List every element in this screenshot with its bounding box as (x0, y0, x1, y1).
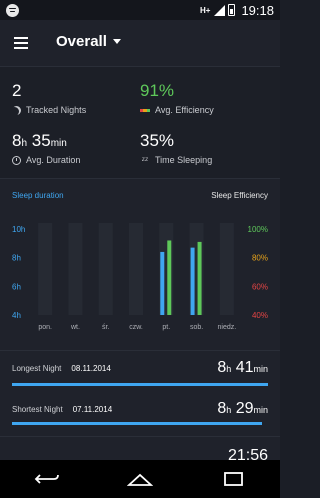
efficiency-bar (197, 241, 202, 315)
left-tick-label: 8h (12, 254, 21, 263)
efficiency-icon (140, 108, 150, 112)
avg-efficiency-stat: 91% Avg. Efficiency (140, 81, 214, 115)
partial-row-value: 21:56 (227, 447, 268, 460)
app-root: H+ 19:18 Overall 2 Tracked Nights 91% Av… (0, 0, 280, 498)
tracked-nights-stat: 2 Tracked Nights (12, 81, 86, 115)
network-type: H+ (200, 5, 211, 15)
avg-duration-value: 8h 35min (12, 131, 67, 150)
day-column-bg (68, 223, 83, 315)
day-label: śr. (102, 324, 109, 331)
left-tick-label: 4h (12, 311, 21, 320)
left-tick-label: 6h (12, 282, 21, 291)
zzz-icon: ᶻᶻ (141, 155, 149, 165)
day-label: wt. (70, 324, 80, 331)
period-selector[interactable]: Overall (56, 33, 121, 50)
day-label: niedz. (218, 324, 237, 331)
avg-duration-stat: 8h 35min Avg. Duration (12, 131, 80, 165)
day-label: pt. (162, 324, 170, 331)
partial-row: 21:56 (0, 436, 280, 460)
day-column-bg (129, 223, 143, 315)
spotify-icon (6, 3, 19, 17)
avg-efficiency-value: 91% (140, 81, 175, 100)
duration-bar (160, 251, 165, 315)
chevron-down-icon (112, 39, 121, 44)
recents-icon[interactable] (220, 471, 246, 487)
day-label: pon. (38, 324, 52, 331)
moon-icon (12, 106, 21, 115)
right-tick-label: 40% (252, 311, 268, 320)
shortest-night-value: 8h 29min (217, 400, 268, 417)
navigation-bar (0, 460, 280, 498)
longest-night-label: Longest Night (12, 363, 62, 373)
right-tick-label: 60% (252, 282, 268, 291)
sleep-chart: 10h 8h 6h 4h 100% 80% 60% 40% pon. wt. śr. czw. pt. s… (12, 223, 268, 331)
shortest-night-date: 07.11.2014 (72, 404, 113, 414)
shortest-night-label: Shortest Night (12, 404, 63, 414)
menu-icon[interactable] (14, 37, 28, 49)
duration-bar (190, 247, 195, 315)
longest-night-date: 08.11.2014 (71, 363, 111, 373)
back-icon[interactable] (34, 471, 60, 487)
day-column-bg (98, 223, 113, 315)
time-sleeping-label: Time Sleeping (155, 155, 213, 165)
clock-icon (12, 155, 21, 165)
left-tick-label: 10h (12, 225, 25, 234)
right-tick-label: 100% (248, 225, 268, 234)
time-sleeping-stat: 35% ᶻᶻ Time Sleeping (140, 131, 212, 165)
status-bar: H+ 19:18 (0, 0, 280, 20)
clock-time: 19:18 (241, 2, 274, 18)
day-column-bg (38, 223, 53, 315)
avg-efficiency-label: Avg. Efficiency (155, 105, 214, 115)
day-label: czw. (129, 324, 143, 331)
day-column-bg (219, 223, 234, 315)
page-title: Overall (56, 33, 107, 50)
right-tick-label: 80% (252, 254, 268, 263)
shortest-night-row: Shortest Night 07.11.2014 8h 29min (0, 394, 280, 438)
day-label: sob. (190, 324, 203, 331)
avg-duration-label: Avg. Duration (26, 155, 81, 165)
battery-icon (228, 4, 236, 16)
longest-night-bar (12, 383, 268, 386)
sleep-chart-section: Sleep duration Sleep Efficiency 10h 8h 6h 4… (0, 178, 280, 348)
tracked-nights-value: 2 (12, 81, 22, 100)
tracked-nights-label: Tracked Nights (26, 105, 87, 115)
time-sleeping-value: 35% (140, 131, 175, 150)
summary-panel: 2 Tracked Nights 91% Avg. Efficiency 8h … (0, 66, 280, 178)
longest-night-value: 8h 41min (217, 359, 268, 376)
efficiency-bar (167, 240, 172, 315)
shortest-night-bar (12, 422, 263, 425)
home-icon[interactable] (126, 471, 153, 487)
longest-night-row: Longest Night 08.11.2014 8h 41min (0, 350, 280, 394)
app-bar: Overall (0, 20, 280, 66)
signal-icon (214, 4, 226, 16)
